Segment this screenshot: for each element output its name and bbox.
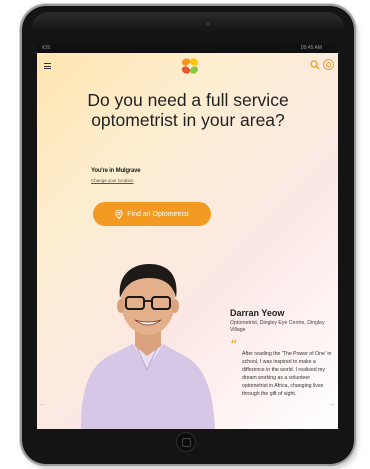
testimonial-quote: After reading the 'The Power of One' in … xyxy=(242,351,332,398)
map-pin-icon xyxy=(115,209,123,219)
location-pin-circle-icon[interactable] xyxy=(323,59,334,70)
front-camera xyxy=(206,22,210,26)
status-carrier: iOS xyxy=(42,45,51,51)
app-screen: iOS 09:45 AM Do you need a full service … xyxy=(37,44,338,429)
optometrist-portrait xyxy=(81,264,215,429)
location-title: You're in Mulgrave xyxy=(91,168,141,174)
search-icon[interactable] xyxy=(310,60,320,70)
arrow-left-icon[interactable]: ← xyxy=(39,399,47,408)
status-bar: iOS 09:45 AM xyxy=(37,44,338,53)
four-petal-logo-icon[interactable] xyxy=(180,57,200,75)
hamburger-menu-icon[interactable] xyxy=(44,63,51,69)
quote-mark-icon: “ xyxy=(230,338,238,354)
change-location-link[interactable]: Change your location xyxy=(91,178,134,183)
testimonial-name: Darran Yeow xyxy=(230,308,285,318)
find-optometrist-label: Find an Optometrist xyxy=(127,210,189,218)
arrow-right-icon[interactable]: → xyxy=(328,399,336,408)
page-title: Do you need a full service optometrist i… xyxy=(87,90,289,130)
app-header xyxy=(37,53,338,79)
find-optometrist-button[interactable]: Find an Optometrist xyxy=(93,202,211,226)
status-time: 09:45 AM xyxy=(300,45,322,51)
testimonial-role: Optometrist, Dingley Eye Centre, Dingley… xyxy=(230,320,325,333)
home-button[interactable] xyxy=(176,432,196,452)
